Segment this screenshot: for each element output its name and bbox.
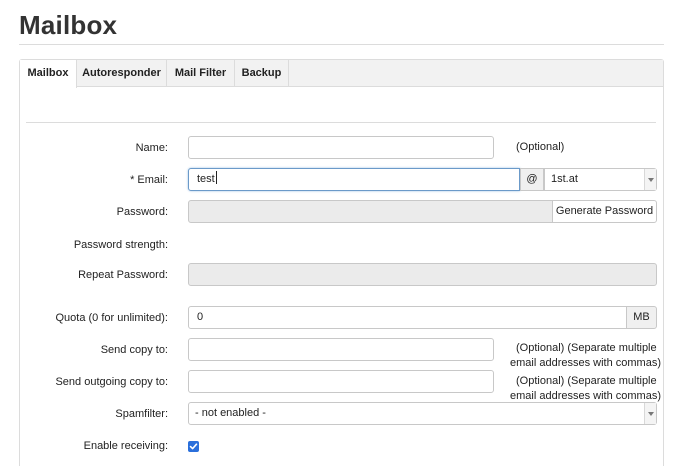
title-divider <box>19 44 664 45</box>
enable-receiving-checkbox[interactable] <box>188 441 199 452</box>
tab-bar: Mailbox Autoresponder Mail Filter Backup <box>20 60 663 88</box>
chevron-down-icon <box>644 403 656 424</box>
repeat-password-label: Repeat Password: <box>78 269 168 281</box>
name-hint: (Optional) <box>516 141 565 153</box>
enable-receiving-label: Enable receiving: <box>83 440 168 452</box>
email-at-addon: @ <box>520 168 544 191</box>
tab-mailbox[interactable]: Mailbox <box>20 60 77 88</box>
send-copy-hint-line2: email addresses with commas) <box>510 357 661 369</box>
section-divider <box>26 122 656 123</box>
spamfilter-select[interactable]: - not enabled - <box>188 402 657 425</box>
email-domain-value: 1st.at <box>551 173 578 185</box>
repeat-password-input[interactable] <box>188 263 657 286</box>
email-domain-select[interactable]: 1st.at <box>544 168 657 191</box>
tab-autoresponder[interactable]: Autoresponder <box>77 60 167 87</box>
chevron-down-icon <box>644 169 656 190</box>
send-copy-label: Send copy to: <box>100 344 168 356</box>
send-outgoing-copy-hint-line1: (Optional) (Separate multiple <box>516 375 657 387</box>
email-local-value: test <box>197 173 215 185</box>
quota-unit-addon: MB <box>626 306 657 329</box>
generate-password-button[interactable]: Generate Password <box>552 200 657 223</box>
send-outgoing-copy-input[interactable] <box>188 370 494 393</box>
email-local-input[interactable]: test <box>188 168 520 191</box>
text-caret <box>215 171 217 184</box>
spamfilter-label: Spamfilter: <box>115 408 168 420</box>
tab-mail-filter[interactable]: Mail Filter <box>167 60 235 87</box>
password-input[interactable] <box>188 200 553 223</box>
email-label: * Email: <box>130 174 168 186</box>
send-copy-hint-line1: (Optional) (Separate multiple <box>516 342 657 354</box>
page-title: Mailbox <box>19 10 118 40</box>
tab-backup[interactable]: Backup <box>235 60 289 87</box>
send-copy-input[interactable] <box>188 338 494 361</box>
send-outgoing-copy-label: Send outgoing copy to: <box>55 376 168 388</box>
quota-label: Quota (0 for unlimited): <box>55 312 169 324</box>
name-label: Name: <box>135 142 168 154</box>
quota-input[interactable]: 0 <box>188 306 627 329</box>
password-label: Password: <box>116 206 168 218</box>
name-input[interactable] <box>188 136 494 159</box>
checkmark-icon <box>189 443 198 450</box>
password-strength-label: Password strength: <box>73 239 168 251</box>
spamfilter-value: - not enabled - <box>195 407 266 419</box>
